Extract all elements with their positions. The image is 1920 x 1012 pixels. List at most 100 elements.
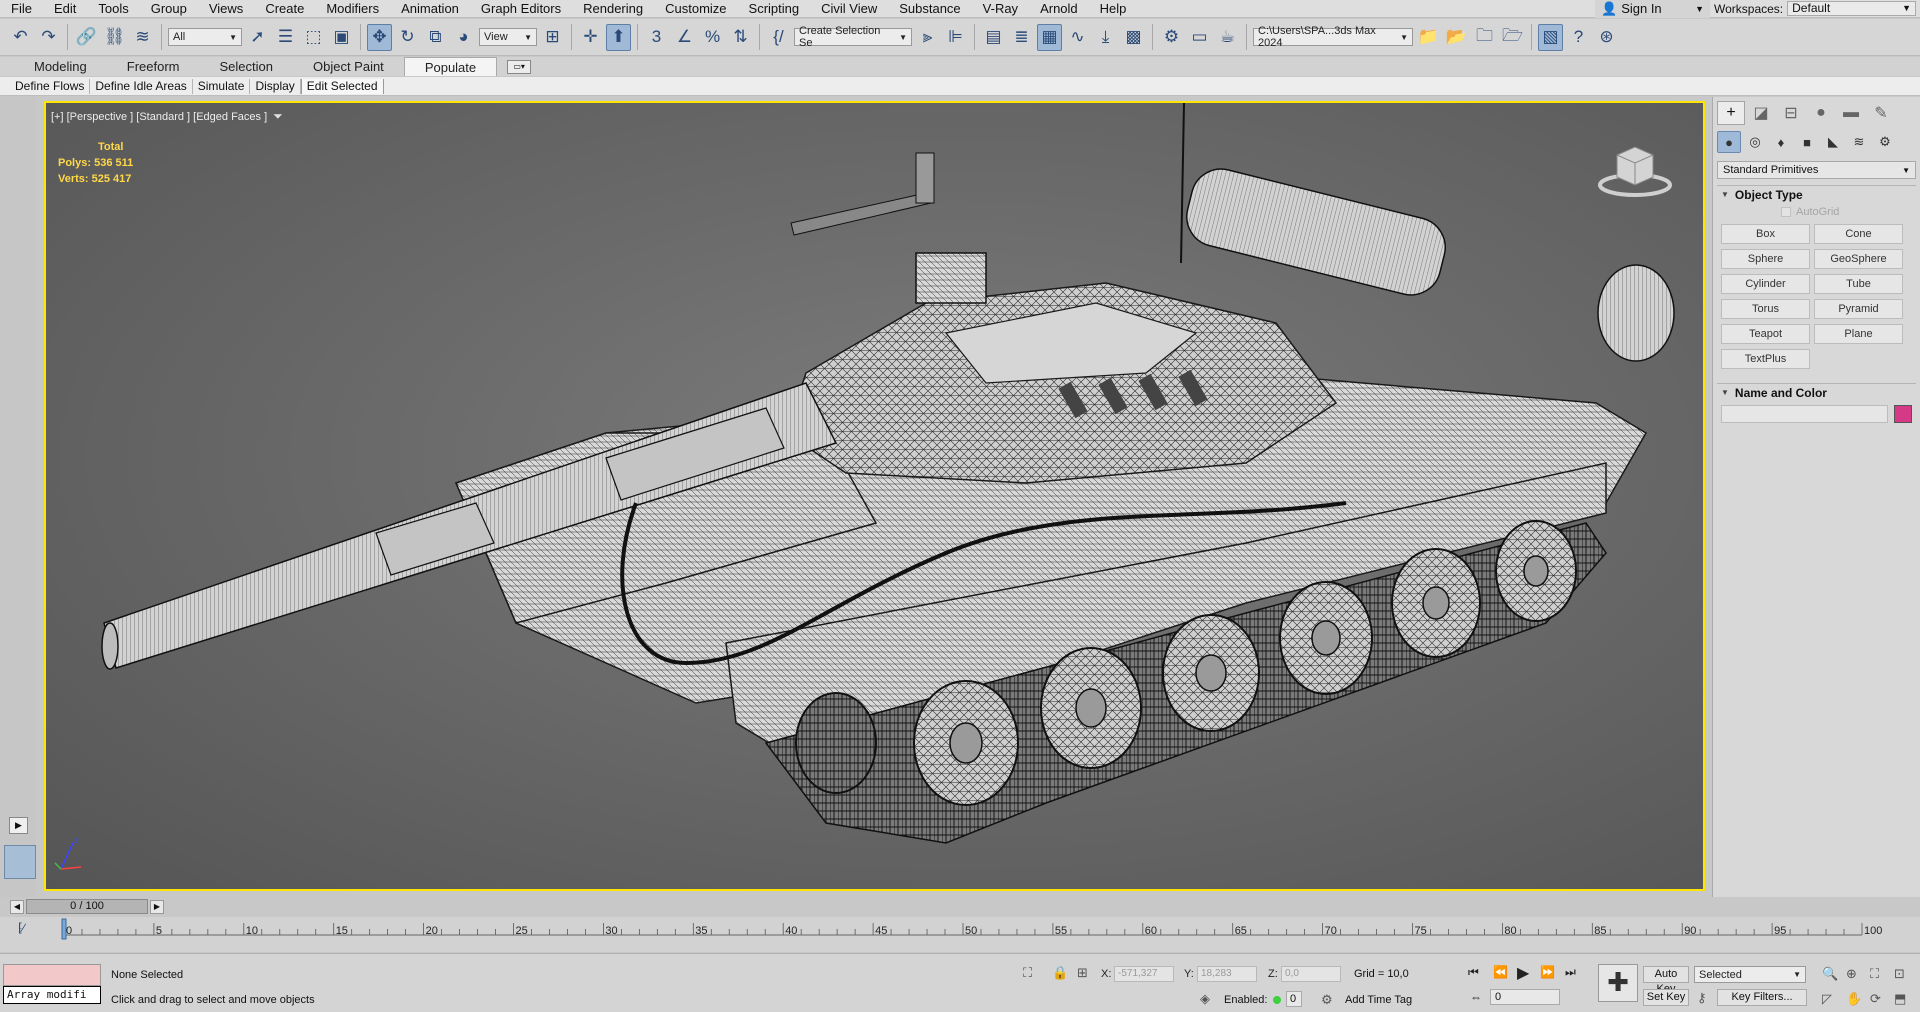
menu-edit[interactable]: Edit bbox=[43, 0, 87, 18]
reference-coordinate-dropdown[interactable]: View ▼ bbox=[479, 28, 537, 46]
key-filter-icon[interactable]: ⚷ bbox=[1697, 990, 1707, 1006]
zoom-extents-all-icon[interactable]: ⊡ bbox=[1894, 966, 1905, 982]
menu-animation[interactable]: Animation bbox=[390, 0, 470, 18]
previous-key-icon[interactable]: ⏪ bbox=[1493, 965, 1508, 979]
rectangular-selection-icon[interactable]: ⬚ bbox=[301, 24, 326, 51]
menu-substance[interactable]: Substance bbox=[888, 0, 971, 18]
link-icon[interactable]: 🔗 bbox=[74, 24, 99, 51]
time-slider-thumb[interactable]: 0 / 100 bbox=[26, 899, 148, 914]
cameras-icon[interactable]: ■ bbox=[1795, 131, 1819, 153]
define-flows-button[interactable]: Define Flows bbox=[10, 78, 91, 94]
tab-selection[interactable]: Selection bbox=[200, 57, 293, 76]
zoom-all-icon[interactable]: ⊕ bbox=[1846, 966, 1857, 982]
add-time-tag[interactable]: Add Time Tag bbox=[1345, 994, 1412, 1006]
current-frame-field[interactable]: 0 bbox=[1490, 989, 1560, 1005]
select-by-name-icon[interactable]: ☰ bbox=[273, 24, 298, 51]
menu-scripting[interactable]: Scripting bbox=[738, 0, 811, 18]
select-and-rotate-icon[interactable]: ↻ bbox=[395, 24, 420, 51]
render-production-icon[interactable]: ☕ bbox=[1215, 24, 1240, 51]
current-frame-marker[interactable] bbox=[61, 918, 67, 940]
systems-icon[interactable]: ⚙ bbox=[1873, 131, 1897, 153]
edit-selected-button[interactable]: Edit Selected bbox=[300, 78, 384, 94]
key-filters-button[interactable]: Key Filters... bbox=[1717, 989, 1807, 1006]
pyramid-button[interactable]: Pyramid bbox=[1814, 299, 1903, 319]
cylinder-button[interactable]: Cylinder bbox=[1721, 274, 1810, 294]
unlink-icon[interactable]: ⛓ bbox=[102, 24, 127, 51]
percent-snap-icon[interactable]: % bbox=[700, 24, 725, 51]
tube-button[interactable]: Tube bbox=[1814, 274, 1903, 294]
filter-icon[interactable]: ⏷ bbox=[273, 109, 283, 124]
zoom-icon[interactable]: 🔍 bbox=[1822, 966, 1838, 982]
object-type-header[interactable]: ▼ Object Type bbox=[1717, 185, 1916, 203]
isolate-selection-icon[interactable]: ⛶ bbox=[1023, 965, 1032, 981]
tab-modeling[interactable]: Modeling bbox=[14, 57, 107, 76]
spinner-snap-icon[interactable]: ⇅ bbox=[728, 24, 753, 51]
viewport-layout-button[interactable] bbox=[4, 845, 36, 879]
auto-key-button[interactable]: Auto Key bbox=[1643, 966, 1689, 995]
object-name-field[interactable] bbox=[1721, 405, 1889, 423]
geometry-icon[interactable]: ● bbox=[1717, 131, 1741, 153]
hierarchy-tab-icon[interactable]: ⊟ bbox=[1777, 101, 1805, 125]
utilities-tab-icon[interactable]: ✎ bbox=[1867, 101, 1895, 125]
torus-button[interactable]: Torus bbox=[1721, 299, 1810, 319]
project-open-icon[interactable]: 📁 bbox=[1416, 24, 1441, 51]
ribbon-options-icon[interactable]: ▭▾ bbox=[507, 60, 532, 74]
tab-populate[interactable]: Populate bbox=[403, 57, 498, 76]
menu-modifiers[interactable]: Modifiers bbox=[315, 0, 390, 18]
maxscript-listener[interactable]: Array modifi bbox=[3, 964, 101, 1004]
angle-snap-icon[interactable]: ∠ bbox=[672, 24, 697, 51]
project-new-icon[interactable]: 🗀 bbox=[1472, 24, 1497, 51]
project-folder-dropdown[interactable]: C:\Users\SPA...3ds Max 2024 ▼ bbox=[1253, 25, 1413, 49]
undo-icon[interactable]: ↶ bbox=[8, 24, 33, 51]
next-frame-icon[interactable]: ▶ bbox=[150, 900, 164, 914]
display-button[interactable]: Display bbox=[250, 78, 301, 94]
y-coordinate-field[interactable]: 18,283 bbox=[1197, 966, 1257, 982]
menu-views[interactable]: Views bbox=[198, 0, 254, 18]
menu-file[interactable]: File bbox=[0, 0, 43, 18]
zoom-extents-icon[interactable]: ⛶ bbox=[1870, 966, 1879, 982]
menu-civil-view[interactable]: Civil View bbox=[810, 0, 888, 18]
track-bar[interactable]: ⁅∕ 0 5 10 15 20 25 30 35 40 45 50 55 60 65 70 75 80 85 90 9… bbox=[0, 917, 1920, 952]
menu-customize[interactable]: Customize bbox=[654, 0, 737, 18]
scene-explorer-icon[interactable]: ▤ bbox=[981, 24, 1006, 51]
adaptive-degradation-icon[interactable]: ◈ bbox=[1200, 991, 1210, 1007]
plane-button[interactable]: Plane bbox=[1814, 324, 1903, 344]
select-and-move-icon[interactable]: ✥ bbox=[367, 23, 392, 51]
project-settings-icon[interactable]: 🗁 bbox=[1500, 24, 1525, 51]
project-save-icon[interactable]: 📂 bbox=[1444, 24, 1469, 51]
menu-vray[interactable]: V-Ray bbox=[972, 0, 1029, 18]
maximize-viewport-icon[interactable]: ⬒ bbox=[1894, 991, 1906, 1007]
menu-create[interactable]: Create bbox=[254, 0, 315, 18]
define-idle-areas-button[interactable]: Define Idle Areas bbox=[90, 78, 193, 94]
play-icon[interactable]: ▶ bbox=[1517, 963, 1529, 983]
cone-button[interactable]: Cone bbox=[1814, 224, 1903, 244]
x-coordinate-field[interactable]: -571,327 bbox=[1114, 966, 1174, 982]
max-layout-icon[interactable]: ▧ bbox=[1538, 23, 1563, 51]
enabled-counter[interactable]: 0 bbox=[1286, 991, 1302, 1007]
help-icon[interactable]: ? bbox=[1566, 24, 1591, 51]
align-icon[interactable]: ⊫ bbox=[943, 24, 968, 51]
render-setup-icon[interactable]: ⚙ bbox=[1159, 24, 1184, 51]
viewcube-icon[interactable] bbox=[1597, 135, 1673, 197]
bind-space-warp-icon[interactable]: ≋ bbox=[130, 24, 155, 51]
perspective-viewport[interactable]: [+] [Perspective ] [Standard ] [Edged Fa… bbox=[44, 101, 1705, 891]
select-object-icon[interactable]: ➚ bbox=[245, 24, 270, 51]
display-tab-icon[interactable]: ▬ bbox=[1837, 101, 1865, 125]
key-mode-icon[interactable]: ⇔ bbox=[1470, 990, 1482, 1004]
menu-graph-editors[interactable]: Graph Editors bbox=[470, 0, 572, 18]
select-and-place-icon[interactable]: ◕ bbox=[451, 24, 476, 51]
menu-group[interactable]: Group bbox=[140, 0, 198, 18]
expand-viewport-layout-icon[interactable]: ▶ bbox=[9, 817, 28, 834]
simulate-button[interactable]: Simulate bbox=[193, 78, 251, 94]
previous-frame-icon[interactable]: ◀ bbox=[10, 900, 24, 914]
space-warps-icon[interactable]: ≋ bbox=[1847, 131, 1871, 153]
listener-input[interactable]: Array modifi bbox=[3, 986, 101, 1004]
window-crossing-icon[interactable]: ▣ bbox=[329, 24, 354, 51]
textplus-button[interactable]: TextPlus bbox=[1721, 349, 1810, 369]
geometry-category-dropdown[interactable]: Standard Primitives ▼ bbox=[1717, 161, 1916, 179]
menu-arnold[interactable]: Arnold bbox=[1029, 0, 1089, 18]
create-selection-set-dropdown[interactable]: Create Selection Se ▼ bbox=[794, 25, 912, 49]
modify-tab-icon[interactable]: ◪ bbox=[1747, 101, 1775, 125]
go-to-end-icon[interactable]: ⏭ bbox=[1565, 965, 1576, 980]
tab-freeform[interactable]: Freeform bbox=[107, 57, 200, 76]
